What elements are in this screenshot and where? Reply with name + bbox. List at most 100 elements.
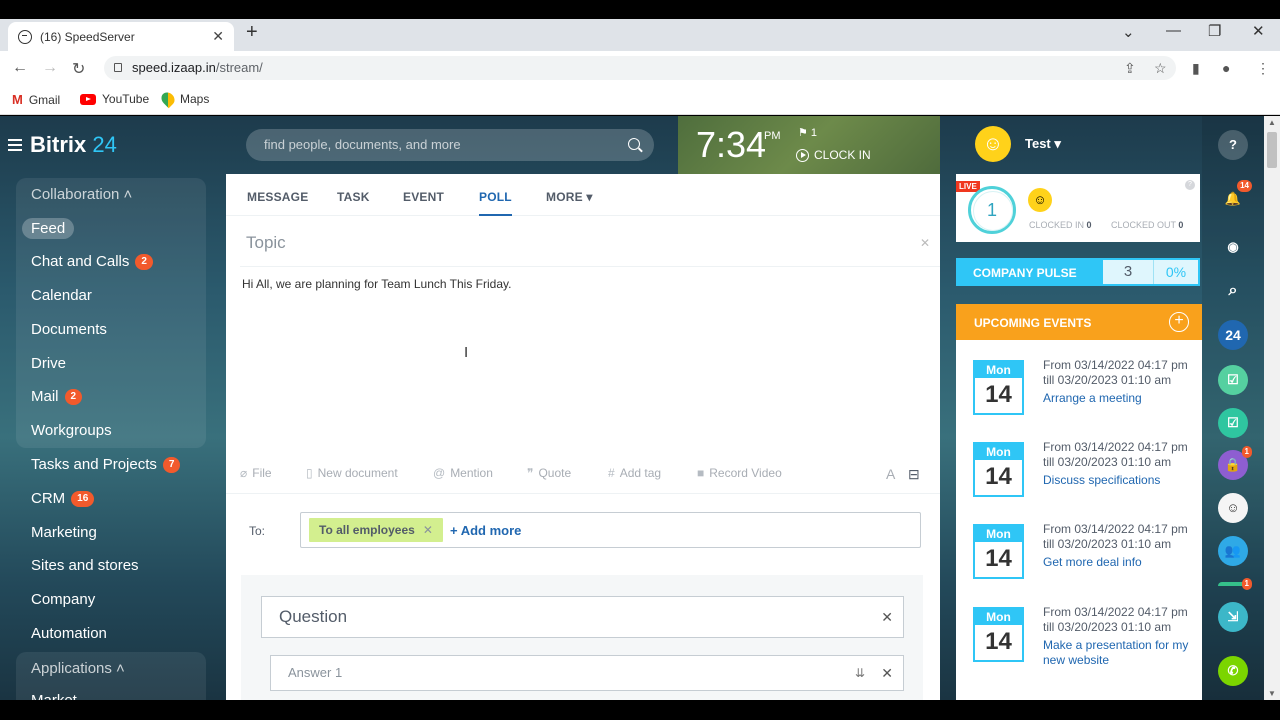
question-close-icon[interactable]: ✕ [881,597,893,637]
search-side-icon[interactable]: ⌕ [1218,276,1248,306]
event-link[interactable]: Discuss specifications [1043,473,1193,488]
user-menu[interactable]: ☺ Test ▾ [975,126,1061,162]
tasks-check-icon-2[interactable]: ☑ [1218,408,1248,438]
recipient-tag[interactable]: To all employees ✕ [309,518,443,542]
answer-close-icon[interactable]: ✕ [881,656,893,690]
browser-menu-icon[interactable]: ⋮ [1256,60,1270,77]
company-pulse[interactable]: COMPANY PULSE 3 0% [956,258,1200,286]
menu-item-feed[interactable]: Feed [22,218,75,239]
event-item[interactable]: Mon 14 From 03/14/2022 04:17 pm till 03/2… [956,430,1202,512]
mention-button[interactable]: @ Mention [433,466,493,480]
phone-icon[interactable]: ✆ [1218,656,1248,686]
group-chat-icon[interactable]: 1 [1218,578,1252,590]
topic-input[interactable]: Topic [246,233,286,253]
answer-input[interactable]: Answer 1 ⇊ ✕ [270,655,904,691]
lock-icon[interactable]: 🔒 1 [1218,446,1252,480]
menu-item-market[interactable]: Market [31,692,77,700]
tasks-check-icon[interactable]: ☑ [1218,365,1248,395]
minimize-icon[interactable]: — [1166,22,1181,39]
close-window-icon[interactable]: ✕ [1252,22,1265,40]
bookmark-gmail[interactable]: M Gmail [12,92,60,107]
menu-item-marketing[interactable]: Marketing [31,524,97,541]
event-link[interactable]: Arrange a meeting [1043,391,1193,406]
logo[interactable]: Bitrix 24 [8,132,117,158]
add-event-icon[interactable]: + [1169,312,1189,332]
menu-item-documents[interactable]: Documents [31,321,107,338]
menu-item-automation[interactable]: Automation [31,625,107,642]
clock-widget[interactable]: 7:34 PM ⚑ 1 CLOCK IN [678,116,940,174]
menu-item-workgroups[interactable]: Workgroups [31,422,112,439]
bitrix24-icon[interactable]: 24 [1218,320,1248,350]
back-icon[interactable]: ← [12,59,28,77]
side-panel-icon[interactable]: ▮ [1192,60,1200,77]
menu-item-sites[interactable]: Sites and stores [31,557,139,574]
record-video-button[interactable]: ■ Record Video [697,466,782,480]
clock-in-button[interactable]: CLOCK IN [796,148,871,162]
message-body[interactable]: Hi All, we are planning for Team Lunch T… [242,277,511,291]
tab-poll[interactable]: POLL [479,190,512,216]
quote-button[interactable]: ❞ Quote [527,466,571,480]
new-document-button[interactable]: ▯ New document [306,466,398,480]
new-tab-icon[interactable]: + [246,21,258,44]
address-bar-row: ← → ↻ speed.izaap.in/stream/ ⇪ ☆ ▮ ● ⋮ [0,51,1280,85]
bookmark-star-icon[interactable]: ☆ [1154,60,1167,77]
add-tag-button[interactable]: # Add tag [608,466,661,480]
employee-count-ring[interactable]: 1 [968,186,1016,234]
tab-search-icon[interactable]: ⌄ [1122,23,1135,41]
profile-icon[interactable]: ● [1222,60,1230,76]
browser-tab[interactable]: (16) SpeedServer ✕ [8,22,234,51]
search-icon[interactable] [628,138,640,150]
global-search[interactable]: find people, documents, and more [246,129,654,161]
menu-item-tasks[interactable]: Tasks and Projects 7 [31,456,181,473]
scroll-up-icon[interactable]: ▲ [1268,118,1276,127]
scroll-thumb[interactable] [1267,132,1277,168]
topic-close-icon[interactable]: ✕ [920,236,930,250]
event-link[interactable]: Make a presentation for my new website [1043,638,1193,668]
share-icon[interactable]: ⇪ [1124,60,1136,77]
export-icon[interactable]: ⇲ [1218,602,1248,632]
contact-avatar[interactable]: ☺ [1218,493,1248,523]
text-format-icon[interactable]: A [886,466,895,482]
menu-item-calendar[interactable]: Calendar [31,287,92,304]
menu-item-company[interactable]: Company [31,591,95,608]
event-link[interactable]: Get more deal info [1043,555,1193,570]
tab-more[interactable]: MORE ▾ [546,190,593,204]
help-icon[interactable]: ? [1185,180,1195,190]
close-tab-icon[interactable]: ✕ [212,28,224,45]
add-more-link[interactable]: + Add more [450,523,521,538]
mini-avatar[interactable]: ☺ [1028,188,1052,212]
menu-item-chat[interactable]: Chat and Calls 2 [31,253,153,270]
menu-group-collaboration[interactable]: Collaboration ˄ [31,186,132,203]
text-cursor-icon: I [464,344,469,361]
remove-recipient-icon[interactable]: ✕ [423,523,433,537]
help-button-icon[interactable]: ? [1218,130,1248,160]
chat-icon[interactable]: ◉ [1218,232,1248,262]
restore-icon[interactable]: ❐ [1208,22,1221,40]
reorder-icon[interactable]: ⇊ [855,656,865,690]
menu-group-applications[interactable]: Applications ˄ [31,660,125,677]
bookmark-youtube[interactable]: YouTube [80,92,149,106]
recipients-field[interactable]: To all employees ✕ + Add more [300,512,921,548]
group-icon[interactable]: 👥 [1218,536,1248,566]
bookmark-maps[interactable]: Maps [158,89,209,109]
panel-toggle-icon[interactable]: ⊟ [908,466,920,483]
event-item[interactable]: Mon 14 From 03/14/2022 04:17 pm till 03/2… [956,595,1202,677]
menu-item-drive[interactable]: Drive [31,355,66,372]
tab-task[interactable]: TASK [337,190,370,204]
menu-item-mail[interactable]: Mail 2 [31,388,83,405]
page-scrollbar[interactable]: ▲ ▼ [1264,116,1280,700]
tab-message[interactable]: MESSAGE [247,190,308,204]
tab-event[interactable]: EVENT [403,190,444,204]
notifications-bell-icon[interactable]: 🔔 14 [1218,180,1252,214]
scroll-down-icon[interactable]: ▼ [1268,689,1276,698]
forward-icon[interactable]: → [42,59,58,77]
menu-burger-icon[interactable] [8,139,22,151]
file-button[interactable]: ⌀ File [240,466,272,480]
event-item[interactable]: Mon 14 From 03/14/2022 04:17 pm till 03/2… [956,348,1202,430]
reload-icon[interactable]: ↻ [72,59,85,79]
url-field[interactable]: speed.izaap.in/stream/ [104,56,1176,80]
question-input[interactable]: Question ✕ [261,596,904,638]
event-item[interactable]: Mon 14 From 03/14/2022 04:17 pm till 03/2… [956,512,1202,594]
event-text: From 03/14/2022 04:17 pm till 03/20/2023… [1043,522,1193,570]
menu-item-crm[interactable]: CRM 16 [31,490,95,507]
